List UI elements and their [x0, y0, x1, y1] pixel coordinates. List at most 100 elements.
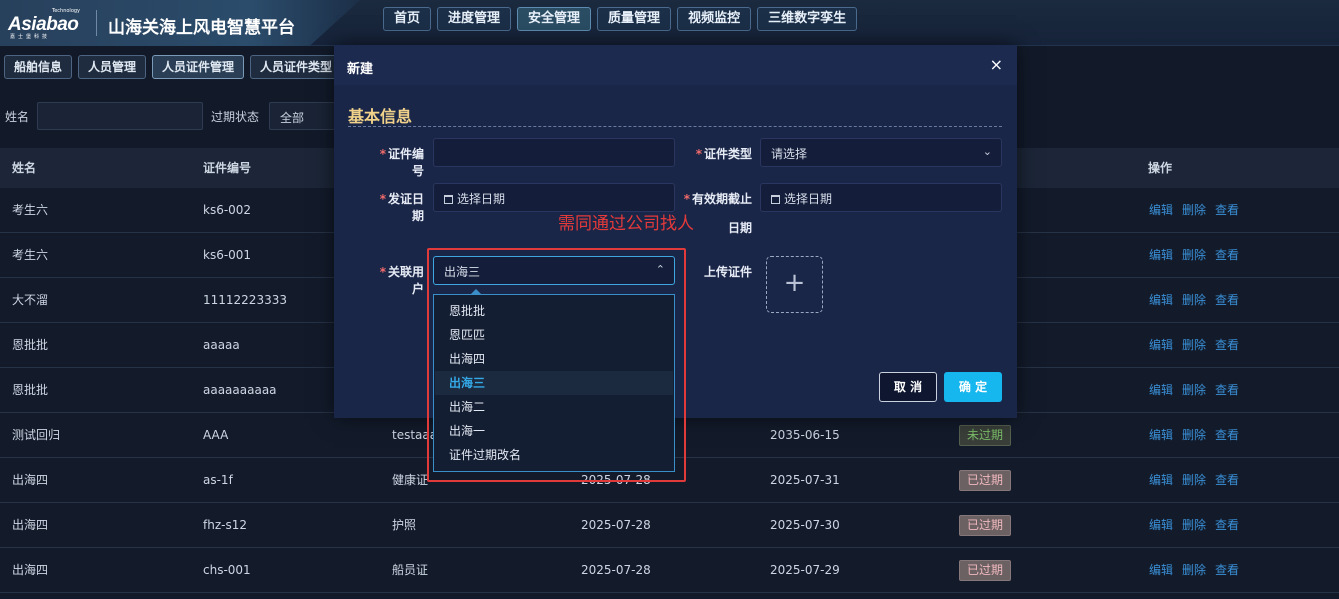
table-row: 出海四 chs-001 船员证 2025-07-28 2025-07-29 已过期 编辑 删除… — [0, 548, 1339, 593]
view-link[interactable]: 查看 — [1215, 293, 1239, 307]
plus-icon: + — [783, 268, 806, 298]
app-title: 山海关海上风电智慧平台 — [108, 18, 295, 38]
delete-link[interactable]: 删除 — [1182, 563, 1206, 577]
user-label: * 关联用户 — [368, 263, 424, 297]
cell-actions: 编辑 删除 查看 — [1149, 188, 1248, 232]
edit-link[interactable]: 编辑 — [1149, 203, 1173, 217]
view-link[interactable]: 查看 — [1215, 428, 1239, 442]
cell-status: 未过期 — [959, 413, 1012, 457]
cell-cert-no: as-1f — [203, 473, 233, 487]
edit-link[interactable]: 编辑 — [1149, 293, 1173, 307]
edit-link[interactable]: 编辑 — [1149, 563, 1173, 577]
table-row: 出海四 fhz-s12 护照 2025-07-28 2025-07-30 已过期 编辑 删除查… — [0, 503, 1339, 548]
calendar-icon — [444, 195, 453, 204]
cell-cert-no: aaaaaaaaaa — [203, 383, 277, 397]
cell-actions: 编辑 删除 查看 — [1149, 278, 1248, 322]
cell-actions: 编辑 删除 查看 — [1149, 323, 1248, 367]
cert-no-label-text: 证件编号 — [387, 147, 424, 178]
expire-date-placeholder: 选择日期 — [784, 192, 833, 206]
filter-name-input[interactable] — [37, 102, 203, 130]
top-header: Technology Asiabao 嘉士堡科技 山海关海上风电智慧平台 首页 … — [0, 0, 1339, 46]
th-name: 姓名 — [12, 161, 37, 175]
filter-status-label: 过期状态 — [211, 110, 260, 124]
delete-link[interactable]: 删除 — [1182, 428, 1206, 442]
cell-issue-date: 2025-07-28 — [581, 518, 651, 532]
tab-cert-type[interactable]: 人员证件类型 — [250, 55, 343, 79]
nav-video[interactable]: 视频监控 — [677, 7, 752, 31]
status-badge: 已过期 — [959, 515, 1012, 536]
delete-link[interactable]: 删除 — [1182, 203, 1206, 217]
cell-name: 测试回归 — [12, 428, 61, 442]
cell-cert-type: 健康证 — [392, 473, 429, 487]
delete-link[interactable]: 删除 — [1182, 473, 1206, 487]
cell-actions: 编辑 删除 查看 — [1149, 413, 1248, 457]
cancel-button[interactable]: 取 消 — [879, 372, 937, 402]
company-logo: Technology Asiabao 嘉士堡科技 — [8, 8, 88, 40]
cell-cert-no: fhz-s12 — [203, 518, 247, 532]
status-badge: 已过期 — [959, 470, 1012, 491]
nav-progress[interactable]: 进度管理 — [437, 7, 512, 31]
cert-type-label-text: 证件类型 — [703, 147, 752, 161]
filter-status-select[interactable]: 全部 — [269, 102, 339, 130]
status-badge: 未过期 — [959, 425, 1012, 446]
edit-link[interactable]: 编辑 — [1149, 383, 1173, 397]
cell-status: 已过期 — [959, 548, 1012, 592]
cell-cert-type: 护照 — [392, 518, 417, 532]
delete-link[interactable]: 删除 — [1182, 383, 1206, 397]
cell-name: 恩批批 — [12, 338, 49, 352]
cell-name: 出海四 — [12, 518, 49, 532]
delete-link[interactable]: 删除 — [1182, 518, 1206, 532]
nav-quality[interactable]: 质量管理 — [597, 7, 672, 31]
delete-link[interactable]: 删除 — [1182, 338, 1206, 352]
tab-ship-info[interactable]: 船舶信息 — [4, 55, 73, 79]
cell-actions: 编辑 删除 查看 — [1149, 548, 1248, 592]
delete-link[interactable]: 删除 — [1182, 248, 1206, 262]
cert-no-input[interactable] — [433, 138, 675, 167]
section-title: 基本信息 — [348, 107, 413, 126]
cell-cert-no: aaaaa — [203, 338, 240, 352]
edit-link[interactable]: 编辑 — [1149, 338, 1173, 352]
sub-tabs: 船舶信息 人员管理 人员证件管理 人员证件类型 — [4, 55, 343, 79]
required-mark: * — [379, 192, 386, 206]
tab-personnel-cert[interactable]: 人员证件管理 — [152, 55, 245, 79]
nav-home[interactable]: 首页 — [383, 7, 432, 31]
cell-cert-no: chs-001 — [203, 563, 251, 577]
issue-date-picker[interactable]: 选择日期 — [433, 183, 675, 212]
edit-link[interactable]: 编辑 — [1149, 428, 1173, 442]
cell-expire-date: 2025-07-30 — [770, 518, 840, 532]
cell-status: 已过期 — [959, 503, 1012, 547]
close-icon[interactable]: × — [990, 55, 1003, 74]
cell-cert-no: AAA — [203, 428, 229, 442]
required-mark: * — [379, 265, 386, 279]
cell-actions: 编辑 删除 查看 — [1149, 368, 1248, 412]
filter-name-label: 姓名 — [5, 110, 30, 124]
cell-name: 考生六 — [12, 248, 49, 262]
required-mark: * — [695, 147, 702, 161]
confirm-button[interactable]: 确 定 — [944, 372, 1002, 402]
view-link[interactable]: 查看 — [1215, 518, 1239, 532]
upload-button[interactable]: + — [766, 256, 823, 313]
view-link[interactable]: 查看 — [1215, 563, 1239, 577]
delete-link[interactable]: 删除 — [1182, 293, 1206, 307]
edit-link[interactable]: 编辑 — [1149, 248, 1173, 262]
view-link[interactable]: 查看 — [1215, 383, 1239, 397]
view-link[interactable]: 查看 — [1215, 248, 1239, 262]
modal-header: 新建 × — [334, 45, 1017, 85]
cell-cert-no: ks6-001 — [203, 248, 252, 262]
chevron-down-icon: ⌄ — [982, 145, 992, 158]
nav-digital-twin[interactable]: 三维数字孪生 — [757, 7, 858, 31]
th-cert-no: 证件编号 — [203, 161, 252, 175]
expire-date-picker[interactable]: 选择日期 — [760, 183, 1002, 212]
cell-cert-no: 11112223333 — [203, 293, 287, 307]
view-link[interactable]: 查看 — [1215, 203, 1239, 217]
view-link[interactable]: 查看 — [1215, 473, 1239, 487]
edit-link[interactable]: 编辑 — [1149, 518, 1173, 532]
top-nav: 首页 进度管理 安全管理 质量管理 视频监控 三维数字孪生 — [383, 7, 858, 31]
nav-safety[interactable]: 安全管理 — [517, 7, 592, 31]
edit-link[interactable]: 编辑 — [1149, 473, 1173, 487]
cert-type-label: * 证件类型 — [694, 145, 752, 162]
view-link[interactable]: 查看 — [1215, 338, 1239, 352]
tab-personnel[interactable]: 人员管理 — [78, 55, 147, 79]
cert-type-select[interactable]: 请选择 ⌄ — [760, 138, 1002, 167]
section-divider — [348, 126, 1002, 127]
